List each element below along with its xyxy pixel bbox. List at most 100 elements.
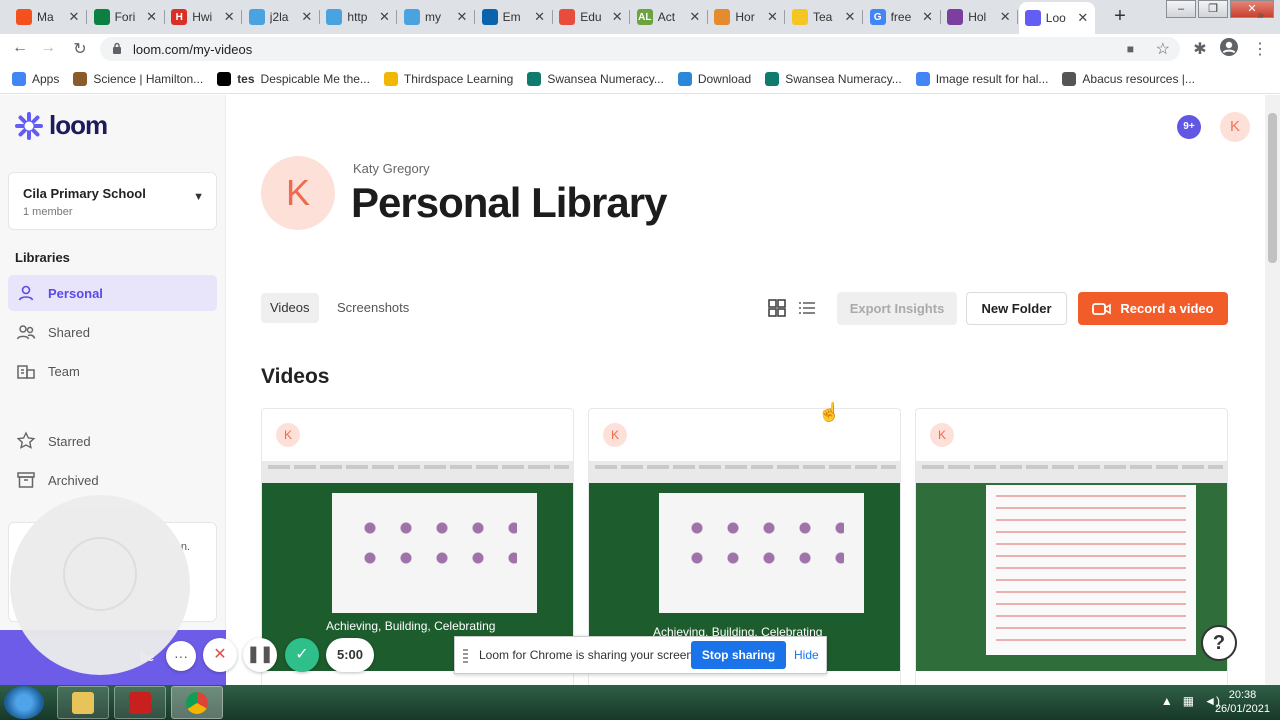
browser-tab[interactable]: AL Act ✕ xyxy=(631,4,708,30)
taskbar-acrobat[interactable] xyxy=(114,686,166,719)
bookmark-item[interactable]: Image result for hal... xyxy=(915,71,1049,86)
pause-recording-icon[interactable]: ❚❚ xyxy=(243,638,277,672)
loom-logo[interactable]: loom xyxy=(15,110,108,141)
address-bar[interactable]: loom.com/my-videos ■ ☆ xyxy=(100,37,1180,61)
sidebar-item-team[interactable]: Team xyxy=(8,353,217,389)
browser-tab[interactable]: Gfree ✕ xyxy=(864,4,941,30)
close-tab-icon[interactable]: ✕ xyxy=(534,9,546,25)
browser-tab[interactable]: Hor ✕ xyxy=(708,4,786,30)
menu-icon[interactable]: ⋮ xyxy=(1250,39,1270,59)
workspace-selector[interactable]: Cila Primary School 1 member ▼ xyxy=(8,172,217,230)
recording-more-button[interactable]: ··· xyxy=(166,641,196,671)
notifications-badge[interactable]: 9+ xyxy=(1177,115,1201,139)
cancel-recording-icon[interactable]: ✕ xyxy=(203,638,237,672)
record-video-button[interactable]: Record a video xyxy=(1078,292,1228,325)
bookmark-item[interactable]: Apps xyxy=(12,71,59,86)
tab-favicon-icon: AL xyxy=(636,9,653,25)
bookmarks-more-icon[interactable]: » xyxy=(1257,8,1264,22)
close-tab-icon[interactable]: ✕ xyxy=(611,9,623,25)
tab-videos[interactable]: Videos xyxy=(261,293,319,323)
close-tab-icon[interactable]: ✕ xyxy=(456,9,468,25)
taskbar-explorer[interactable] xyxy=(57,686,109,719)
bookmark-item[interactable]: tes Despicable Me the... xyxy=(217,71,370,86)
bookmark-label: Swansea Numeracy... xyxy=(547,71,664,86)
profile-icon[interactable] xyxy=(1219,37,1239,62)
user-avatar[interactable]: K xyxy=(1220,112,1250,142)
bookmark-star-icon[interactable]: ☆ xyxy=(1156,39,1170,59)
reload-icon[interactable]: ↻ xyxy=(70,39,90,59)
extensions-icon[interactable]: ✱ xyxy=(1190,39,1210,59)
browser-tab[interactable]: Ma ✕ xyxy=(10,4,87,30)
bookmark-label: Image result for hal... xyxy=(935,71,1049,86)
video-card[interactable]: K xyxy=(915,408,1228,685)
camera-icon[interactable]: ■ xyxy=(1127,42,1134,56)
back-icon[interactable]: ← xyxy=(10,39,30,57)
video-owner-avatar: K xyxy=(603,423,627,447)
library-avatar: K xyxy=(261,156,335,230)
hide-sharing-bar-link[interactable]: Hide xyxy=(794,648,819,662)
close-tab-icon[interactable]: ✕ xyxy=(146,9,158,25)
close-window-button[interactable]: ✕ xyxy=(1230,0,1274,18)
sidebar-item-archived[interactable]: Archived xyxy=(8,462,217,498)
grid-view-icon[interactable] xyxy=(767,298,787,318)
tray-arrow-icon[interactable]: ▲ xyxy=(1161,694,1173,708)
close-tab-icon[interactable]: ✕ xyxy=(844,9,856,25)
forward-icon[interactable]: → xyxy=(38,39,58,57)
bookmark-item[interactable]: Swansea Numeracy... xyxy=(527,71,664,86)
camera-placeholder-avatar xyxy=(63,537,137,611)
close-tab-icon[interactable]: ✕ xyxy=(766,9,778,25)
bookmark-item[interactable]: Science | Hamilton... xyxy=(73,71,203,86)
network-icon[interactable]: ▦ xyxy=(1183,694,1194,708)
list-view-icon[interactable] xyxy=(797,298,817,318)
browser-tab[interactable]: Em ✕ xyxy=(476,4,553,30)
bookmark-favicon-icon xyxy=(1062,71,1077,86)
help-button[interactable]: ? xyxy=(1201,625,1237,661)
browser-tab[interactable]: Fori ✕ xyxy=(88,4,165,30)
video-thumbnail[interactable] xyxy=(916,461,1227,671)
bookmark-item[interactable]: Abacus resources |... xyxy=(1062,71,1195,86)
close-tab-icon[interactable]: ✕ xyxy=(922,9,934,25)
browser-tab[interactable]: Loo ✕ xyxy=(1018,2,1095,34)
bookmark-item[interactable]: Swansea Numeracy... xyxy=(765,71,902,86)
browser-tab[interactable]: Hol ✕ xyxy=(941,4,1019,30)
close-tab-icon[interactable]: ✕ xyxy=(1077,10,1089,26)
camera-bubble[interactable] xyxy=(10,495,190,675)
page-scrollbar[interactable] xyxy=(1265,95,1280,685)
new-tab-button[interactable]: + xyxy=(1107,5,1133,29)
close-tab-icon[interactable]: ✕ xyxy=(689,9,701,25)
close-tab-icon[interactable]: ✕ xyxy=(999,9,1011,25)
drag-handle-icon[interactable] xyxy=(463,649,468,663)
close-tab-icon[interactable]: ✕ xyxy=(378,9,390,25)
stop-sharing-button[interactable]: Stop sharing xyxy=(691,641,786,669)
sidebar-item-starred[interactable]: Starred xyxy=(8,423,217,459)
finish-recording-icon[interactable]: ✓ xyxy=(285,638,319,672)
new-folder-button[interactable]: New Folder xyxy=(966,292,1067,325)
bookmark-favicon-icon xyxy=(915,71,930,86)
start-button[interactable] xyxy=(4,686,44,719)
bookmark-item[interactable]: Download xyxy=(677,71,752,86)
bookmark-label: Download xyxy=(697,71,752,86)
sidebar-item-personal[interactable]: Personal xyxy=(8,275,217,311)
bookmark-favicon-icon xyxy=(217,71,232,86)
close-tab-icon[interactable]: ✕ xyxy=(301,9,313,25)
browser-tab[interactable]: http ✕ xyxy=(320,4,398,30)
sidebar-item-label: Shared xyxy=(48,324,90,340)
close-tab-icon[interactable]: ✕ xyxy=(223,9,235,25)
tab-title: Act xyxy=(657,10,676,24)
minimize-button[interactable]: – xyxy=(1166,0,1196,18)
system-clock[interactable]: 20:38 26/01/2021 xyxy=(1215,688,1270,716)
taskbar-chrome[interactable] xyxy=(171,686,223,719)
scrollbar-thumb[interactable] xyxy=(1268,113,1277,263)
browser-tab[interactable]: Edu ✕ xyxy=(553,4,631,30)
tab-screenshots[interactable]: Screenshots xyxy=(328,293,418,323)
browser-tab[interactable]: Tea ✕ xyxy=(786,4,863,30)
browser-tab[interactable]: j2la ✕ xyxy=(243,4,320,30)
maximize-button[interactable]: ❐ xyxy=(1198,0,1228,18)
browser-tab[interactable]: H Hwi ✕ xyxy=(165,4,243,30)
close-tab-icon[interactable]: ✕ xyxy=(68,9,80,25)
export-insights-button[interactable]: Export Insights xyxy=(837,292,957,325)
bookmark-item[interactable]: Thirdspace Learning xyxy=(383,71,513,86)
sidebar-item-shared[interactable]: Shared xyxy=(8,314,217,350)
tab-favicon-icon xyxy=(792,9,808,25)
browser-tab[interactable]: my ✕ xyxy=(398,4,475,30)
